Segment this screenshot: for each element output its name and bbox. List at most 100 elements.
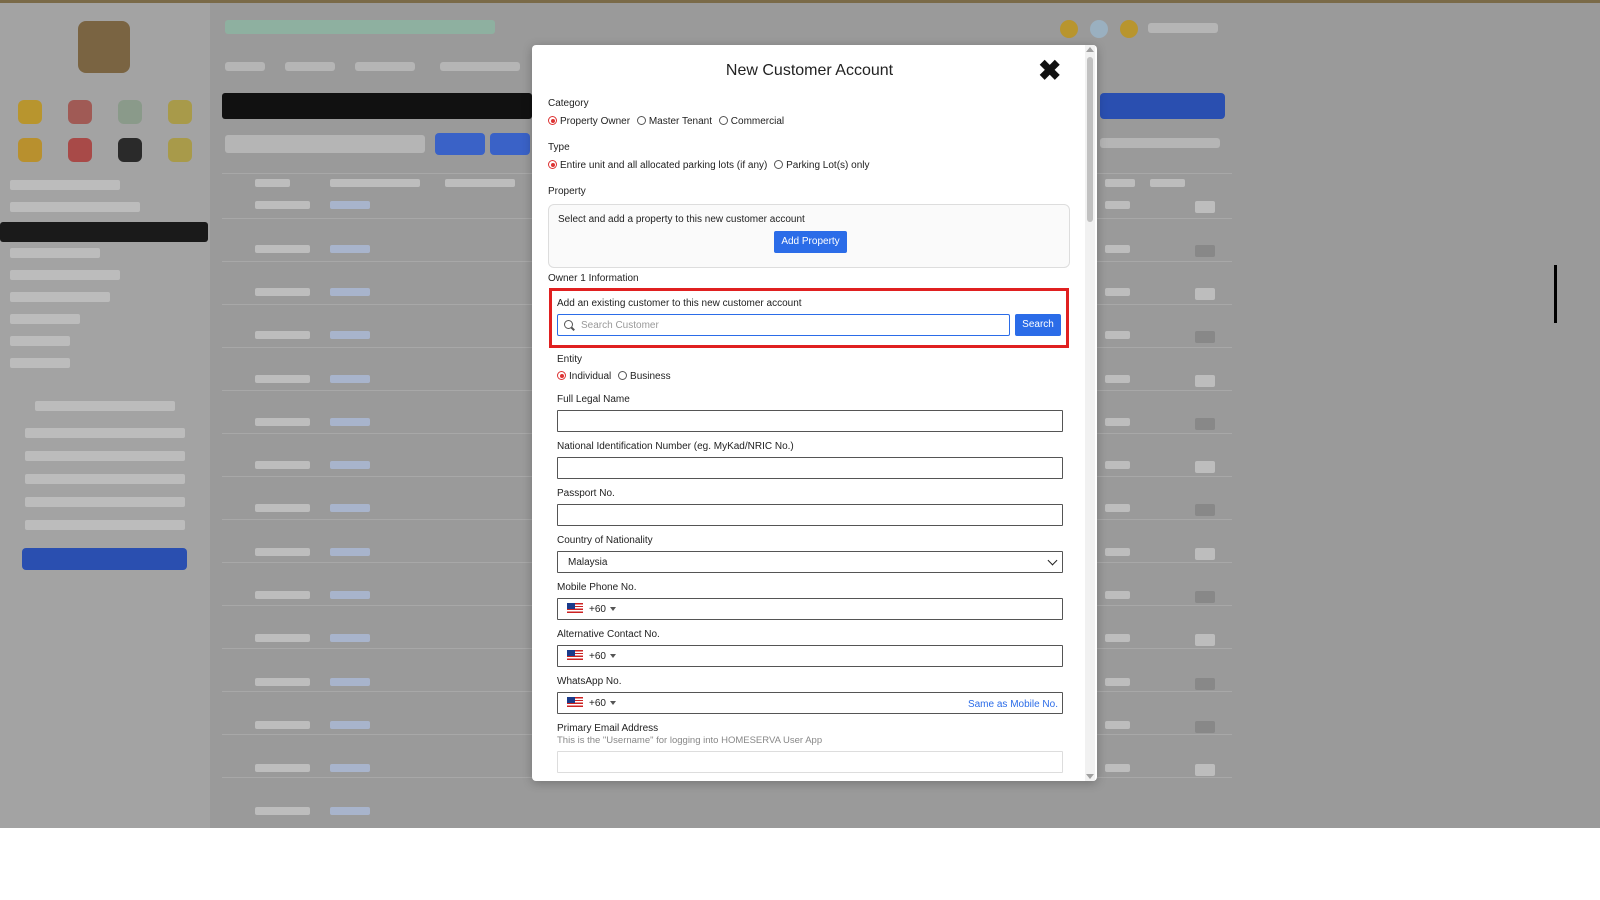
same-as-mobile-link[interactable]: Same as Mobile No. xyxy=(968,699,1058,710)
sidebar-button xyxy=(22,548,187,570)
radio-property-owner-label: Property Owner xyxy=(560,116,631,127)
table-cell xyxy=(255,721,310,729)
nric-label: National Identification Number (eg. MyKa… xyxy=(557,441,794,452)
table-cell-link xyxy=(330,331,370,339)
email-field[interactable] xyxy=(557,751,1063,773)
category-label: Category xyxy=(548,98,589,109)
close-icon[interactable]: ✖ xyxy=(1038,57,1061,85)
search-button[interactable]: Search xyxy=(1015,314,1061,336)
page-breadcrumb xyxy=(225,20,495,34)
radio-commercial[interactable] xyxy=(718,116,728,125)
table-cell-link xyxy=(330,721,370,729)
entity-radio-group: Individual Business xyxy=(557,371,675,382)
caret-down-icon xyxy=(609,607,616,611)
table-cell xyxy=(1105,721,1130,729)
mobile-code-text: +60 xyxy=(589,604,606,615)
malaysia-flag-icon xyxy=(567,603,583,613)
radio-property-owner[interactable] xyxy=(548,116,557,125)
table-cell-link xyxy=(330,245,370,253)
header-icon xyxy=(1090,20,1108,38)
table-header-cell xyxy=(445,179,515,187)
nationality-value: Malaysia xyxy=(568,557,608,568)
nric-field[interactable] xyxy=(557,457,1063,479)
table-cell xyxy=(1105,678,1130,686)
sidebar-item xyxy=(10,180,120,190)
table-action xyxy=(1195,764,1215,776)
radio-business[interactable] xyxy=(618,371,628,380)
sidebar-item xyxy=(25,451,185,461)
sidebar-app-icon xyxy=(118,138,142,162)
table-action xyxy=(1195,201,1215,213)
table-action xyxy=(1195,721,1215,733)
tab xyxy=(355,62,415,71)
sidebar-app-icon xyxy=(68,138,92,162)
table-cell-link xyxy=(330,418,370,426)
radio-parking-only[interactable] xyxy=(774,160,784,169)
nationality-select[interactable]: Malaysia xyxy=(557,551,1063,573)
table-cell xyxy=(1105,331,1130,339)
table-action xyxy=(1195,245,1215,257)
sidebar-item xyxy=(10,202,140,212)
radio-parking-only-label: Parking Lot(s) only xyxy=(786,160,870,171)
chevron-down-icon xyxy=(1047,555,1058,566)
radio-individual[interactable] xyxy=(557,371,566,380)
search-customer-input[interactable]: Search Customer xyxy=(557,314,1010,336)
table-cell xyxy=(1105,504,1130,512)
whatsapp-field[interactable]: +60 Same as Mobile No. xyxy=(557,692,1063,714)
search-placeholder: Search Customer xyxy=(581,320,659,331)
radio-entire-unit-label: Entire unit and all allocated parking lo… xyxy=(560,160,768,171)
full-name-field[interactable] xyxy=(557,410,1063,432)
table-cell xyxy=(255,634,310,642)
table-cell xyxy=(1105,548,1130,556)
modal-scrollbar[interactable] xyxy=(1085,45,1095,781)
mobile-country-code[interactable]: +60 xyxy=(567,603,616,615)
passport-field[interactable] xyxy=(557,504,1063,526)
table-cell-link xyxy=(330,288,370,296)
whatsapp-label: WhatsApp No. xyxy=(557,676,622,687)
radio-individual-label: Individual xyxy=(569,371,612,382)
sidebar-item xyxy=(25,497,185,507)
table-cell xyxy=(255,331,310,339)
alt-country-code[interactable]: +60 xyxy=(567,650,616,662)
whatsapp-country-code[interactable]: +60 xyxy=(567,697,616,709)
property-panel: Select and add a property to this new cu… xyxy=(548,204,1070,268)
sidebar-app-icon xyxy=(68,100,92,124)
table-cell xyxy=(255,591,310,599)
table-action xyxy=(1195,418,1215,430)
sidebar-app-icon xyxy=(18,138,42,162)
category-radio-group: Property Owner Master Tenant Commercial xyxy=(548,116,788,127)
text-cursor xyxy=(1554,265,1557,323)
scroll-down-arrow-icon[interactable] xyxy=(1086,774,1094,779)
table-header-cell xyxy=(255,179,290,187)
whatsapp-code-text: +60 xyxy=(589,698,606,709)
sidebar-item xyxy=(10,270,120,280)
table-cell xyxy=(255,418,310,426)
sidebar-app-icon xyxy=(118,100,142,124)
table-cell xyxy=(255,201,310,209)
radio-master-tenant[interactable] xyxy=(636,116,646,125)
alt-contact-label: Alternative Contact No. xyxy=(557,629,660,640)
sidebar-item xyxy=(10,314,80,324)
table-action xyxy=(1195,331,1215,343)
mobile-phone-field[interactable]: +60 xyxy=(557,598,1063,620)
sidebar-item xyxy=(25,474,185,484)
table-cell xyxy=(1105,418,1130,426)
malaysia-flag-icon xyxy=(567,650,583,660)
table-cell-link xyxy=(330,375,370,383)
add-property-button[interactable]: Add Property xyxy=(774,231,847,253)
alt-contact-field[interactable]: +60 xyxy=(557,645,1063,667)
tab xyxy=(285,62,335,71)
table-cell xyxy=(1105,245,1130,253)
new-customer-modal: New Customer Account ✖ Category Property… xyxy=(532,45,1097,781)
header-icon xyxy=(1060,20,1078,38)
scroll-up-arrow-icon[interactable] xyxy=(1086,47,1094,52)
type-radio-group: Entire unit and all allocated parking lo… xyxy=(548,160,874,171)
sidebar-app-icon xyxy=(168,100,192,124)
sidebar-heading xyxy=(35,401,175,411)
sidebar-item xyxy=(25,520,185,530)
action-button xyxy=(1100,93,1225,119)
radio-entire-unit[interactable] xyxy=(548,160,557,169)
scrollbar-thumb[interactable] xyxy=(1087,57,1093,222)
pager xyxy=(1100,138,1220,148)
search-icon xyxy=(564,320,573,329)
